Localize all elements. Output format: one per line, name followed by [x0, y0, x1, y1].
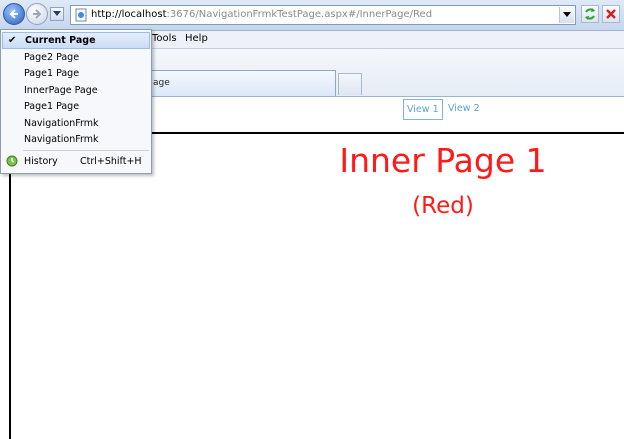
refresh-button[interactable]	[581, 5, 599, 23]
history-item-label: Page1 Page	[24, 101, 80, 112]
address-bar[interactable]: http://localhost:3676/NavigationFrmkTest…	[70, 5, 576, 25]
history-shortcut: Ctrl+Shift+H	[80, 156, 142, 167]
chevron-down-icon	[563, 12, 571, 17]
back-arrow-icon	[9, 9, 18, 19]
menu-help[interactable]: Help	[185, 33, 208, 44]
back-button[interactable]	[3, 3, 25, 25]
menu-tools[interactable]: Tools	[152, 33, 177, 44]
history-item-label: Current Page	[25, 35, 96, 46]
view-2-link[interactable]: View 2	[445, 99, 483, 118]
history-item[interactable]: Page1 Page	[2, 98, 150, 115]
history-item[interactable]: NavigationFrmk	[2, 131, 150, 148]
history-icon	[6, 155, 18, 167]
page-title: Inner Page 1	[339, 141, 547, 180]
history-item[interactable]: Page2 Page	[2, 49, 150, 66]
page-icon	[75, 8, 87, 22]
history-label: History	[24, 156, 58, 167]
check-icon: ✔	[8, 35, 17, 46]
forward-arrow-icon	[33, 9, 42, 19]
stop-button[interactable]	[602, 5, 620, 23]
recent-pages-dropdown-button[interactable]	[50, 7, 64, 21]
history-dropdown-menu: ✔ Current Page Page2 Page Page1 Page Inn…	[0, 29, 152, 174]
history-item-label: NavigationFrmk	[24, 118, 99, 129]
history-item[interactable]: NavigationFrmk	[2, 115, 150, 132]
new-tab-button[interactable]	[338, 73, 362, 95]
close-icon	[606, 9, 616, 19]
address-dropdown-button[interactable]	[559, 7, 574, 23]
menu-separator	[23, 150, 149, 151]
history-item-label: NavigationFrmk	[24, 134, 99, 145]
history-menu-item[interactable]: History Ctrl+Shift+H	[2, 153, 150, 170]
url-text: http://localhost:3676/NavigationFrmkTest…	[91, 9, 433, 20]
history-item-current-page[interactable]: ✔ Current Page	[2, 32, 150, 49]
tab-label: age	[153, 78, 170, 88]
view-1-link[interactable]: View 1	[403, 99, 443, 120]
refresh-icon	[585, 8, 595, 20]
history-item-label: Page1 Page	[24, 68, 80, 79]
history-item-label: Page2 Page	[24, 52, 80, 63]
frame-left-border	[9, 132, 11, 439]
history-item[interactable]: InnerPage Page	[2, 82, 150, 99]
forward-button[interactable]	[26, 3, 48, 25]
history-item-label: InnerPage Page	[24, 85, 98, 96]
navigation-bar: http://localhost:3676/NavigationFrmkTest…	[0, 0, 624, 31]
history-item[interactable]: Page1 Page	[2, 65, 150, 82]
chevron-down-icon	[53, 11, 61, 16]
page-subtitle: (Red)	[412, 193, 474, 219]
